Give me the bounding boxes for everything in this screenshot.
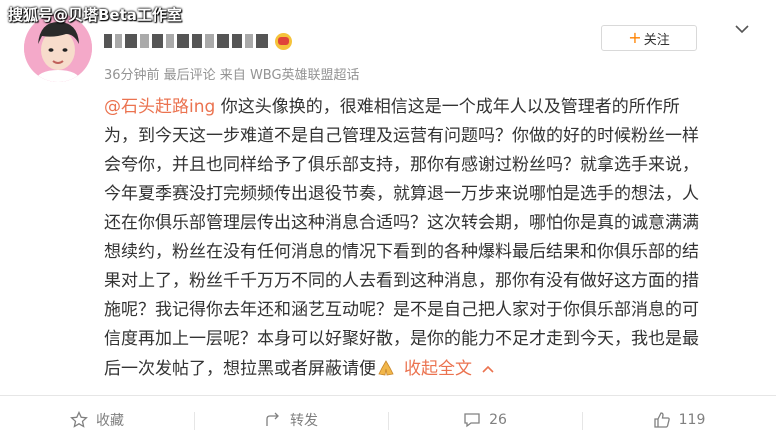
repost-label: 转发 [290,413,318,429]
watermark: 搜狐号@贝塔Beta工作室 [8,6,182,24]
chevron-up-icon[interactable] [482,354,494,383]
content-line: 你这头像换的，很难相信这是一个成年人以及管理者的所作所 [215,97,680,117]
content-line: 信度再加上一层呢？本身可以好聚好散，是你的能力不足才走到今天，我也是最 [104,329,699,349]
star-icon [70,411,88,428]
member-badge-icon [275,32,292,50]
content-line: 为，到今天这一步难道不是自己管理及运营有问题吗？你做的好的时候粉丝一样 [104,126,699,146]
content-line: 后一次发帖了，想拉黑或者屏蔽请便 [104,359,376,379]
like-count: 119 [678,412,706,428]
post-content: @石头赶路ing 你这头像换的，很难相信这是一个成年人以及管理者的所作所 为，到… [104,93,744,383]
collapse-link[interactable]: 收起全文 [404,359,472,379]
comment-count: 26 [489,412,507,428]
content-line: 果对上了，粉丝千千万万不同的人去看到这种消息，那你有没有做好这方面的措 [104,271,699,291]
comment-button[interactable]: 26 [388,396,582,444]
action-bar: 收藏 转发 26 119 [0,396,776,444]
content-line: 今年夏季赛没打完频频传出退役节奏，就算退一万步来说哪怕是选手的想法，人 [104,184,699,204]
repost-button[interactable]: 转发 [194,396,388,444]
repost-icon [266,412,279,426]
mention-link[interactable]: @石头赶路ing [104,97,215,117]
username[interactable] [104,32,292,50]
follow-button[interactable]: + 关注 [601,25,697,51]
comment-icon [464,413,480,428]
content-line: 想续约，粉丝在没有任何消息的情况下看到的各种爆料最后结果和你俱乐部的结 [104,242,699,262]
plus-icon: + [628,28,642,47]
content-line: 会夸你，并且也同样给予了俱乐部支持，那你有感谢过粉丝吗？就拿选手来说， [104,155,699,175]
chevron-down-icon[interactable] [735,22,749,36]
content-line: 还在你俱乐部管理层传出这种消息合适吗？这次转会期，哪怕你是真的诚意满满 [104,213,699,233]
like-button[interactable]: 119 [582,396,776,444]
favorite-label: 收藏 [96,413,124,429]
post-meta: 36分钟前 最后评论 来自 WBG英雄联盟超话 [104,68,360,83]
follow-label: 关注 [643,32,670,48]
thumbs-up-icon [653,412,670,428]
content-line: 施呢？我记得你去年还和涵艺互动呢？是不是自己把人家对于你俱乐部消息的可 [104,300,699,320]
folded-hands-icon [376,358,396,376]
favorite-button[interactable]: 收藏 [0,396,194,444]
